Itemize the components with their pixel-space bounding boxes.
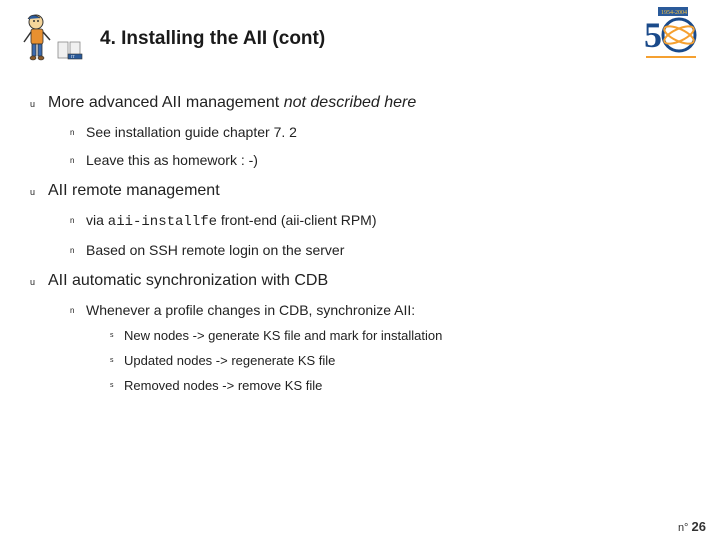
page-number: n° 26 (678, 519, 706, 534)
bullet-marker-n: n (70, 152, 86, 165)
bullet-level2: n See installation guide chapter 7. 2 (70, 124, 690, 140)
bullet-marker-n: n (70, 302, 86, 315)
bullet-level1: u More advanced AII management not descr… (30, 94, 690, 112)
bullet-level2: n Leave this as homework : -) (70, 152, 690, 168)
bullet-level2: n via aii-installfe front-end (aii-clien… (70, 212, 690, 230)
bullet-level2: n Whenever a profile changes in CDB, syn… (70, 302, 690, 318)
slide-title: 4. Installing the AII (cont) (100, 28, 720, 50)
bullet-level3: s Removed nodes -> remove KS file (110, 378, 690, 393)
bullet-level2: n Based on SSH remote login on the serve… (70, 242, 690, 258)
bullet-marker-u: u (30, 272, 48, 287)
bullet-marker-n: n (70, 242, 86, 255)
bullet-marker-n: n (70, 212, 86, 225)
bullet-level1: u AII automatic synchronization with CDB (30, 272, 690, 290)
bullet-level3: s New nodes -> generate KS file and mark… (110, 328, 690, 343)
bullet-marker-n: n (70, 124, 86, 137)
slide-content: u More advanced AII management not descr… (0, 70, 720, 393)
bullet-marker-s: s (110, 328, 124, 339)
bullet-marker-s: s (110, 378, 124, 389)
bullet-level1: u AII remote management (30, 182, 690, 200)
bullet-marker-u: u (30, 94, 48, 109)
bullet-marker-u: u (30, 182, 48, 197)
bullet-level3: s Updated nodes -> regenerate KS file (110, 353, 690, 368)
bullet-marker-s: s (110, 353, 124, 364)
